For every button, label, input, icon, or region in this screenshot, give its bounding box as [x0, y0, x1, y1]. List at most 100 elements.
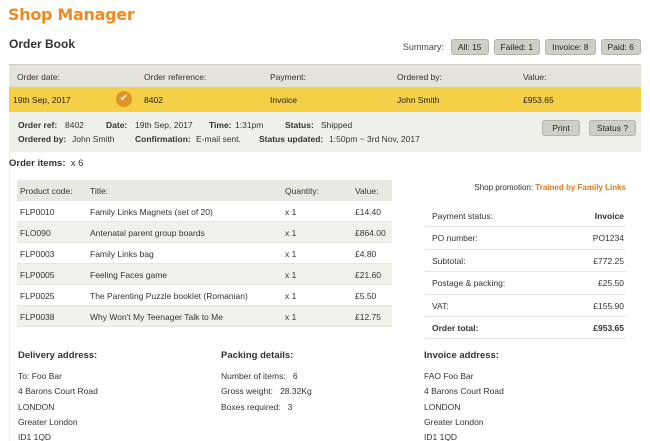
- product-quantity: x 1: [285, 291, 297, 301]
- header-ordered-by: Ordered by:: [397, 72, 442, 82]
- filter-paid-button[interactable]: Paid: 6: [600, 39, 641, 55]
- product-code: FLP0003: [20, 249, 55, 259]
- product-code: FLP0025: [20, 291, 55, 301]
- product-value: £5.50: [355, 291, 377, 301]
- payment-row: Subtotal: £772.25: [425, 250, 626, 273]
- address-line: Greater London: [424, 416, 484, 427]
- table-row: FLP0003 Family Links bag x 1 £4.80: [17, 243, 392, 264]
- product-value: £21.60: [355, 270, 381, 280]
- po-number-value: PO1234: [592, 233, 624, 244]
- filter-invoice-button[interactable]: Invoice: 8: [545, 39, 596, 55]
- product-code: FLP0038: [20, 312, 55, 322]
- header-value: Value:: [523, 72, 547, 82]
- status-button[interactable]: Status ?: [589, 120, 636, 136]
- print-button[interactable]: Print: [542, 120, 580, 136]
- order-items-count: x 6: [70, 158, 84, 169]
- order-detail-bar: Order ref: 8402 Date: 19th Sep, 2017 Tim…: [9, 112, 641, 152]
- gross-weight-label: Gross weight:: [221, 386, 273, 397]
- order-status-label: Status:: [285, 120, 314, 130]
- order-list-header: Order date: Order reference: Payment: Or…: [9, 64, 641, 87]
- product-code: FLP0010: [20, 207, 55, 217]
- address-line: LONDON: [424, 401, 461, 412]
- order-value: £953.65: [523, 95, 554, 105]
- product-value: £14.40: [355, 207, 381, 217]
- order-ordered-by: John Smith: [397, 95, 440, 105]
- product-title: Why Won't My Teenager Talk to Me: [90, 312, 223, 322]
- header-payment: Payment:: [270, 72, 306, 82]
- promotion-label: Shop promotion:: [474, 183, 534, 192]
- filter-all-button[interactable]: All: 15: [450, 39, 489, 55]
- delivery-address-title: Delivery address:: [18, 350, 98, 361]
- payment-row: Payment status: Invoice: [425, 205, 626, 228]
- order-time-value: 1:31pm: [235, 120, 264, 130]
- order-ref-label: Order ref:: [18, 120, 58, 130]
- product-value: £864.00: [355, 228, 386, 238]
- product-code: FLO090: [20, 228, 51, 238]
- product-quantity: x 1: [285, 207, 297, 217]
- ordered-by-value: John Smith: [72, 134, 115, 144]
- confirmation-label: Confirmation:: [135, 134, 191, 144]
- payment-status-value: Invoice: [594, 211, 624, 221]
- col-quantity: Quantity:: [285, 186, 320, 196]
- order-total-value: £953.65: [593, 322, 624, 333]
- page-title: Order Book: [9, 37, 76, 51]
- status-updated-value: 1:50pm ~ 3rd Nov, 2017: [329, 134, 420, 144]
- address-line: LONDON: [18, 401, 55, 412]
- product-quantity: x 1: [285, 228, 297, 238]
- order-items-title: Order items: x 6: [9, 158, 83, 169]
- table-row: FLP0038 Why Won't My Teenager Talk to Me…: [17, 306, 392, 327]
- order-total-label: Order total:: [432, 322, 479, 333]
- table-header: Product code: Title: Quantity: Value:: [17, 180, 392, 201]
- boxes-required-value: 3: [287, 401, 293, 412]
- address-line: To: Foo Bar: [18, 371, 62, 381]
- summary-label: Summary:: [402, 42, 444, 52]
- payment-row: Order total: £953.65: [425, 317, 626, 340]
- status-updated-label: Status updated:: [259, 134, 324, 144]
- filter-failed-button[interactable]: Failed: 1: [493, 39, 541, 55]
- invoice-address-title: Invoice address:: [424, 350, 499, 361]
- order-status-value: Shipped: [321, 120, 353, 130]
- payment-row: PO number: PO1234: [425, 227, 626, 250]
- vat-value: £155.90: [593, 300, 624, 311]
- product-title: Antenatal parent group boards: [90, 228, 205, 238]
- delivery-address: Delivery address: To: Foo Bar 4 Barons C…: [18, 350, 98, 441]
- col-value: Value:: [355, 186, 379, 196]
- order-date-label: Date:: [106, 120, 128, 130]
- payment-row: Postage & packing: £25.50: [425, 272, 626, 295]
- order-date-value: 19th Sep, 2017: [135, 120, 193, 130]
- po-number-label: PO number:: [432, 233, 478, 244]
- table-row: FLP0010 Family Links Magnets (set of 20)…: [17, 201, 392, 222]
- order-ref-value: 8402: [65, 120, 84, 130]
- subtotal-label: Subtotal:: [432, 255, 466, 266]
- items-count-value: 6: [292, 371, 298, 381]
- promotion-value: Trained by Family Links: [535, 183, 626, 192]
- order-date: 19th Sep, 2017: [13, 95, 71, 105]
- product-title: Family Links Magnets (set of 20): [90, 207, 213, 217]
- payment-row: VAT: £155.90: [425, 295, 626, 317]
- address-line: ID1 1QD: [424, 432, 458, 441]
- postage-label: Postage & packing:: [432, 278, 506, 289]
- order-payment: Invoice: [270, 95, 297, 105]
- col-product-code: Product code:: [20, 186, 73, 196]
- product-title: Feeling Faces game: [90, 270, 168, 280]
- packing-row: Number of items: 6: [221, 371, 312, 386]
- confirmation-value: E-mail sent.: [196, 134, 241, 144]
- subtotal-value: £772.25: [593, 255, 624, 266]
- app-logo: Shop Manager: [8, 5, 135, 24]
- packing-row: Boxes required: 3: [221, 402, 312, 417]
- shop-promotion: Shop promotion: Trained by Family Links: [474, 183, 626, 192]
- summary-filters: Summary: All: 15 Failed: 1 Invoice: 8 Pa…: [403, 39, 641, 55]
- header-order-date: Order date:: [17, 72, 60, 82]
- product-quantity: x 1: [285, 312, 297, 322]
- postage-value: £25.50: [598, 278, 624, 289]
- order-items-label: Order items:: [9, 158, 66, 169]
- table-row: FLO090 Antenatal parent group boards x 1…: [17, 222, 392, 243]
- order-row-selected[interactable]: 19th Sep, 2017 ✔ 8402 Invoice John Smith…: [9, 87, 641, 112]
- vat-label: VAT:: [432, 300, 449, 311]
- address-line: 4 Barons Court Road: [424, 386, 504, 397]
- product-value: £12.75: [355, 312, 381, 322]
- ordered-by-label: Ordered by:: [18, 134, 67, 144]
- col-title: Title:: [90, 186, 109, 196]
- boxes-required-label: Boxes required:: [221, 401, 281, 412]
- payment-status-label: Payment status:: [432, 211, 493, 221]
